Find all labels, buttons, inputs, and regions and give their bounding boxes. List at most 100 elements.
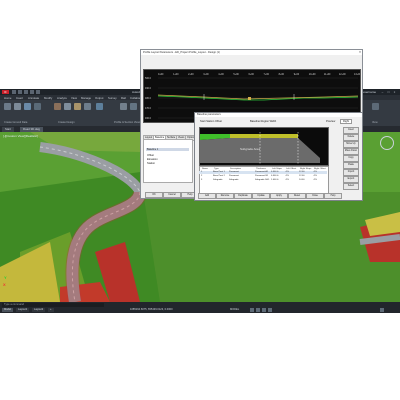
grid-icon[interactable]: [250, 308, 254, 312]
redo-icon[interactable]: [36, 90, 40, 94]
osnap-icon[interactable]: [268, 308, 272, 312]
maximize-button[interactable]: □: [386, 90, 391, 94]
station-label: 11+00: [324, 73, 331, 76]
ortho-icon[interactable]: [262, 308, 266, 312]
status-bar: Type a command Model Layout1 Layout2 + 1…: [0, 302, 400, 313]
copy-button[interactable]: Copy: [343, 155, 359, 162]
baseline-list-item[interactable]: Baseline 1: [146, 148, 189, 151]
surfaces-icon[interactable]: [14, 103, 21, 110]
layout-tab-layout1[interactable]: Layout1: [16, 308, 30, 312]
toolspace-icon[interactable]: [4, 103, 11, 110]
profile-dialog-close-button[interactable]: ×: [359, 50, 361, 54]
update-button[interactable]: Update: [252, 193, 270, 199]
layout-tab-layout2[interactable]: Layout2: [32, 308, 46, 312]
snap-icon[interactable]: [256, 308, 260, 312]
reset-button[interactable]: Reset: [288, 193, 306, 199]
table-cell: 12.00: [299, 175, 305, 177]
model-space-toggle[interactable]: MODEL: [230, 308, 239, 311]
station-label: 4+00: [218, 73, 224, 76]
layout-tab-model[interactable]: Model: [2, 308, 14, 312]
minimize-button[interactable]: –: [380, 90, 385, 94]
app-logo[interactable]: C: [2, 90, 9, 94]
station-label: 12+00: [339, 73, 346, 76]
table-cell: Pavement: [229, 171, 239, 173]
preview-select[interactable]: Right: [340, 119, 353, 124]
panel-label-profile-section-views: Profile & Section Views: [114, 121, 141, 124]
customization-icon[interactable]: [380, 308, 384, 312]
quick-access-toolbar: [12, 90, 52, 94]
grading-icon[interactable]: [34, 103, 41, 110]
assembly-icon[interactable]: [96, 103, 103, 110]
station-label: 2+00: [188, 73, 194, 76]
elevation-label: 490.0: [145, 87, 152, 90]
delete-button[interactable]: Delete: [343, 134, 359, 141]
duplicate-button[interactable]: Duplicate: [234, 193, 252, 199]
apply-button[interactable]: Apply: [270, 193, 288, 199]
help-button[interactable]: Help: [324, 193, 342, 199]
base-view-icon[interactable]: [372, 103, 379, 110]
coordinate-readout: 1085164.6075, 655439.0123, 0.0000: [130, 308, 173, 311]
pavement-layer-2: [230, 134, 298, 138]
points-icon[interactable]: [24, 103, 31, 110]
elevation-label: 480.0: [145, 97, 152, 100]
pvi-marker[interactable]: [248, 97, 251, 100]
profile-icon[interactable]: [64, 103, 71, 110]
insert-button[interactable]: Insert: [343, 127, 359, 134]
import-button[interactable]: Import: [343, 169, 359, 176]
table-cell: 0.500 ft: [271, 175, 279, 177]
cross-section-svg: Subgrade Area: [200, 132, 320, 164]
open-file-icon[interactable]: [18, 90, 22, 94]
add-layout-button[interactable]: +: [48, 308, 54, 312]
new-file-icon[interactable]: [12, 90, 16, 94]
viewport-controls-label[interactable]: [-][Custom View][Realistic]: [3, 134, 38, 138]
table-cell: 14.00: [299, 179, 305, 181]
station-label: 5+00: [233, 73, 239, 76]
panel-label-ground-data: Create Ground Data: [4, 121, 28, 124]
ucs-y-axis-label: Y: [4, 275, 7, 280]
user-name[interactable]: username: [363, 90, 376, 94]
close-window-button[interactable]: ×: [392, 90, 397, 94]
section-views-icon[interactable]: [130, 103, 137, 110]
move-down-button[interactable]: Move Down: [343, 148, 359, 155]
profile-cancel-button[interactable]: Cancel: [163, 192, 181, 198]
preview-label: Preview: [326, 120, 336, 123]
table-cell: Subgrade SG1: [255, 179, 270, 181]
close-button[interactable]: Close: [306, 193, 324, 199]
station-label: Station: [147, 162, 156, 165]
station-label: 0+00: [158, 73, 164, 76]
table-row[interactable]: 2 Base Pavt 2 Pavement Pavement B1 0.500 ft -…: [199, 175, 327, 178]
corridor-icon[interactable]: [74, 103, 81, 110]
remove-button[interactable]: Remove: [216, 193, 234, 199]
table-cell: Pavement A1: [255, 171, 269, 173]
table-cell: Pavement: [229, 175, 239, 177]
move-up-button[interactable]: Move Up: [343, 141, 359, 148]
baseline-list: [143, 139, 193, 183]
intersection-icon[interactable]: [84, 103, 91, 110]
station-labels-group: 0+00 1+00 2+00 3+00 4+00 5+00 6+00 7+00 8+00 9+00…: [158, 73, 361, 76]
viewcube-icon[interactable]: [380, 136, 394, 150]
table-cell: -2%: [285, 179, 289, 181]
offset-label: Offset: [147, 154, 154, 157]
profile-view-icon[interactable]: [120, 103, 127, 110]
table-cell: Base Pavt 1: [213, 171, 225, 173]
table-row[interactable]: 1 Base Pavt 1 Pavement Pavement A1 0.500 ft -…: [199, 171, 327, 174]
alignment-icon[interactable]: [54, 103, 61, 110]
table-cell: 3: [201, 179, 203, 181]
elevation-label: Elevation: [147, 158, 158, 161]
station-label: 7+00: [264, 73, 270, 76]
table-cell: -2%: [313, 179, 317, 181]
undo-icon[interactable]: [30, 90, 34, 94]
add-button[interactable]: Add: [198, 193, 216, 199]
paste-button[interactable]: Paste: [343, 162, 359, 169]
select-button[interactable]: Select: [343, 183, 359, 190]
station-label: 1+00: [173, 73, 179, 76]
baseline-dialog-title: Baseline parameters: [195, 113, 362, 117]
station-label: 3+00: [203, 73, 209, 76]
profile-ok-button[interactable]: OK: [145, 192, 163, 198]
ucs-x-axis-label: X: [3, 282, 6, 287]
export-button[interactable]: Export: [343, 176, 359, 183]
table-row[interactable]: 3 Subgrade Subgrade Subgrade SG1 1.000 ft -2%…: [199, 179, 327, 182]
command-line[interactable]: Type a command: [2, 303, 104, 307]
station-label: 6+00: [248, 73, 254, 76]
save-icon[interactable]: [24, 90, 28, 94]
